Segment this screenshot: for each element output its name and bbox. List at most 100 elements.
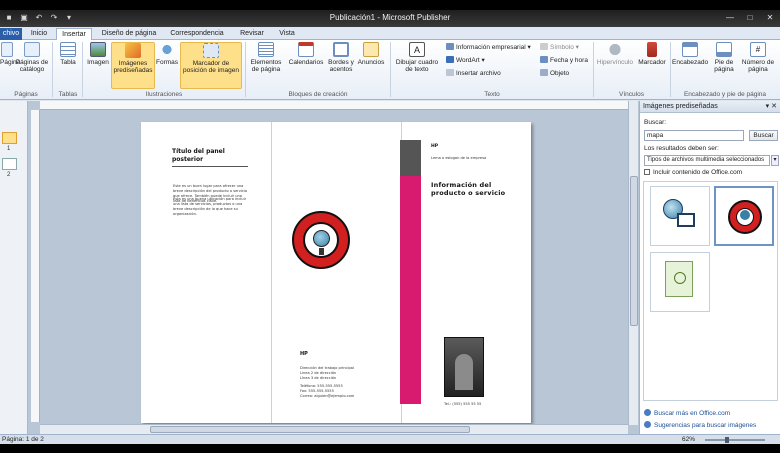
borders-accents-button[interactable]: Bordes y acentos	[326, 42, 356, 73]
group-separator	[593, 42, 594, 97]
footer-icon	[716, 42, 732, 57]
office-search-link[interactable]: Buscar más en Office.com	[644, 409, 730, 417]
search-tips-link[interactable]: Sugerencias para buscar imágenes	[644, 421, 756, 429]
tab-insertar[interactable]: Insertar	[56, 28, 92, 40]
media-type-select[interactable]: Tipos de archivos multimedia seleccionad…	[644, 155, 770, 166]
globe-icon	[313, 230, 330, 247]
business-info-button[interactable]: Información empresarial ▾	[446, 43, 531, 52]
table-button[interactable]: Tabla	[56, 42, 80, 66]
window-title: Publicación1 - Microsoft Publisher	[329, 13, 451, 22]
catalog-icon	[24, 42, 40, 57]
clip-art-result-globe-computer[interactable]	[650, 186, 710, 246]
phone-number[interactable]: Tel.: (555) 555 55 55	[444, 402, 524, 407]
company-logo-text[interactable]: HP	[300, 351, 308, 357]
group-label-ilustraciones: Ilustraciones	[145, 91, 183, 98]
group-label-encabezado: Encabezado y pie de página	[683, 91, 767, 98]
borders-icon	[333, 42, 349, 57]
horizontal-scroll-thumb[interactable]	[150, 426, 470, 433]
search-label: Buscar:	[644, 119, 667, 126]
search-input[interactable]: mapa	[644, 130, 744, 141]
back-panel-body-2[interactable]: Esta es una buena ubicación para incluir…	[173, 197, 249, 217]
minimize-icon[interactable]: —	[724, 12, 736, 23]
group-label-tablas: Tablas	[58, 91, 78, 98]
group-separator	[390, 42, 391, 97]
map-icon	[665, 261, 693, 297]
page-button[interactable]: Página	[0, 42, 20, 66]
zoom-slider[interactable]	[705, 439, 765, 441]
picture-button[interactable]: Imagen	[86, 42, 110, 66]
object-button[interactable]: Objeto	[540, 69, 569, 78]
zoom-level[interactable]: 62%	[682, 435, 695, 444]
page-number-icon: #	[750, 42, 766, 57]
date-time-button[interactable]: Fecha y hora	[540, 56, 588, 65]
accent-bar-top	[400, 140, 421, 176]
vertical-ruler	[31, 110, 40, 422]
advertisement-icon	[363, 42, 379, 57]
page-parts-button[interactable]: Elementos de página	[248, 42, 284, 73]
tab-inicio[interactable]: Inicio	[26, 28, 52, 40]
clip-art-result-map[interactable]	[650, 252, 710, 312]
symbol-button[interactable]: Símbolo ▾	[540, 43, 579, 52]
title-bar: ■ ▣ ↶ ↷ ▾ Publicación1 - Microsoft Publi…	[0, 10, 780, 27]
company-logo-text-2[interactable]: HP	[431, 144, 438, 149]
search-button[interactable]: Buscar	[749, 130, 778, 141]
clip-art-results	[643, 181, 778, 401]
include-office-checkbox[interactable]: Incluir contenido de Office.com	[644, 169, 742, 176]
close-icon[interactable]: ✕	[764, 12, 776, 23]
back-panel-title[interactable]: Título del panel posterior	[172, 148, 248, 167]
globe-clip-art[interactable]	[292, 211, 350, 269]
header-button[interactable]: Encabezado	[672, 42, 708, 66]
address-block[interactable]: Dirección del trabajo principal Línea 2 …	[300, 366, 390, 399]
column-guide	[271, 122, 272, 423]
tab-vista[interactable]: Vista	[274, 28, 300, 40]
publication-page[interactable]: Título del panel posterior Este es un bu…	[141, 122, 531, 423]
shapes-icon	[159, 42, 175, 57]
insert-file-button[interactable]: Insertar archivo	[446, 69, 501, 78]
tab-file[interactable]: chivo	[0, 28, 22, 40]
tab-diseno[interactable]: Diseño de página	[96, 28, 162, 40]
status-bar: Página: 1 de 2 62%	[0, 434, 780, 444]
close-icon[interactable]: ▾ ✕	[766, 101, 777, 113]
clip-art-task-pane: Imágenes prediseñadas ▾ ✕ Buscar: mapa B…	[639, 101, 780, 434]
advertisements-button[interactable]: Anuncios	[356, 42, 386, 66]
maximize-icon[interactable]: □	[744, 12, 756, 23]
vertical-scroll-thumb[interactable]	[630, 176, 638, 326]
vertical-scrollbar[interactable]	[628, 101, 638, 425]
draw-text-box-button[interactable]: A Dibujar cuadro de texto	[393, 42, 441, 73]
catalog-pages-button[interactable]: Páginas de catálogo	[14, 42, 50, 73]
group-label-vinculos: Vínculos	[619, 91, 644, 98]
insert-file-icon	[446, 69, 454, 76]
page-thumbnail-2[interactable]	[2, 158, 17, 170]
tagline[interactable]: Lema o eslogan de la empresa	[431, 156, 511, 161]
page-thumbnail-1[interactable]	[2, 132, 17, 144]
zoom-slider-knob[interactable]	[725, 437, 729, 443]
chevron-down-icon[interactable]: ▾	[771, 155, 779, 166]
clip-art-button[interactable]: Imágenes prediseñadas	[111, 42, 155, 89]
shapes-button[interactable]: Formas	[156, 42, 178, 66]
group-separator	[52, 42, 53, 97]
calendars-button[interactable]: Calendarios	[286, 42, 326, 66]
calendar-icon	[298, 42, 314, 57]
publisher-window: ■ ▣ ↶ ↷ ▾ Publicación1 - Microsoft Publi…	[0, 10, 780, 444]
page-indicator[interactable]: Página: 1 de 2	[2, 435, 44, 444]
group-label-bloques: Bloques de creación	[288, 91, 348, 98]
group-separator	[245, 42, 246, 97]
product-title[interactable]: Información del producto o servicio	[431, 181, 521, 197]
footer-button[interactable]: Pie de página	[710, 42, 738, 73]
picture-icon	[90, 42, 106, 57]
page-icon	[1, 42, 13, 57]
horizontal-scrollbar[interactable]	[40, 424, 628, 434]
results-label: Los resultados deben ser:	[644, 145, 719, 152]
building-photo[interactable]	[444, 337, 484, 397]
wordart-button[interactable]: WordArt ▾	[446, 56, 485, 65]
page-number-1: 1	[7, 146, 11, 152]
picture-placeholder-button[interactable]: Marcador de posición de imagen	[180, 42, 242, 89]
tab-revisar[interactable]: Revisar	[234, 28, 270, 40]
clip-art-result-globe-red[interactable]	[714, 186, 774, 246]
bookmark-button[interactable]: Marcador	[636, 42, 668, 66]
page-number-button[interactable]: # Número de página	[740, 42, 776, 73]
help-icon	[644, 421, 651, 428]
hyperlink-button[interactable]: Hipervínculo	[595, 42, 635, 66]
clip-art-icon	[125, 43, 141, 58]
tab-correspondencia[interactable]: Correspondencia	[166, 28, 228, 40]
